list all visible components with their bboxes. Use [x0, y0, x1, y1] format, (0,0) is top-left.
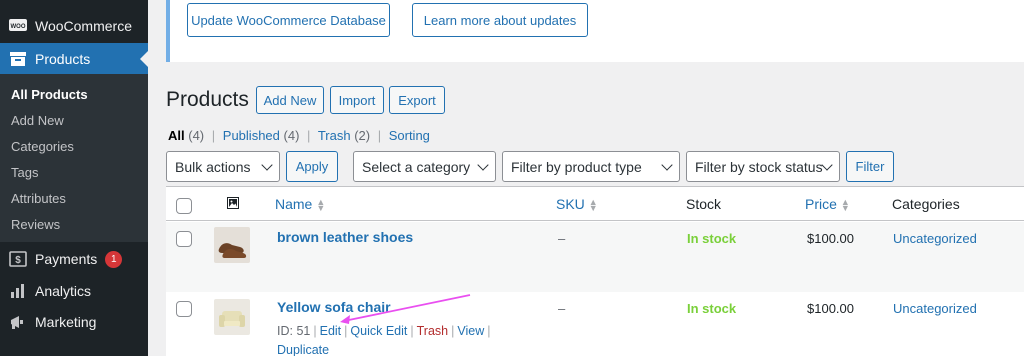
product-thumbnail[interactable] — [214, 299, 250, 335]
view-all[interactable]: All — [168, 128, 185, 143]
menu-label-marketing: Marketing — [35, 314, 97, 330]
archive-box-icon — [9, 50, 27, 68]
table-row: Yellow sofa chair – In stock $100.00 Unc… — [166, 292, 1024, 356]
product-name-link[interactable]: brown leather shoes — [277, 229, 413, 245]
column-name[interactable]: Name ▲ ▼ — [275, 196, 326, 214]
chevron-down-icon — [661, 159, 673, 171]
submenu-tags[interactable]: Tags — [0, 160, 148, 186]
submenu-reviews[interactable]: Reviews — [0, 212, 148, 238]
view-all-count: (4) — [188, 128, 205, 143]
sort-icon: ▲ ▼ — [840, 197, 850, 214]
page-title: Products — [166, 88, 249, 111]
menu-label-products: Products — [35, 50, 91, 67]
row-checkbox[interactable] — [176, 301, 192, 317]
column-stock: Stock — [686, 196, 722, 212]
svg-text:WOO: WOO — [11, 24, 26, 30]
add-new-button[interactable]: Add New — [256, 86, 324, 114]
stock-status: In stock — [687, 231, 737, 246]
bar-chart-icon — [9, 282, 27, 300]
product-id: ID: 51 — [277, 324, 311, 338]
menu-label-payments: Payments — [35, 251, 98, 267]
products-table: Name ▲ ▼ SKU ▲ ▼ Stock Price ▲ ▼ Categories br… — [166, 186, 1024, 356]
annotation-arrow-icon — [340, 294, 471, 324]
product-price: $100.00 — [807, 231, 854, 246]
product-type-select[interactable]: Filter by product type — [502, 151, 680, 182]
dollar-icon: $ — [9, 250, 27, 268]
update-database-button[interactable]: Update WooCommerce Database — [187, 3, 390, 37]
import-button[interactable]: Import — [330, 86, 384, 114]
export-button[interactable]: Export — [389, 86, 445, 114]
payments-badge: 1 — [105, 250, 123, 268]
view-published-count: (4) — [283, 128, 300, 143]
submenu-all-products[interactable]: All Products — [0, 82, 148, 108]
category-link[interactable]: Uncategorized — [893, 231, 977, 246]
filter-button[interactable]: Filter — [846, 151, 894, 182]
bulk-actions-value: Bulk actions — [175, 158, 251, 175]
category-link[interactable]: Uncategorized — [893, 301, 977, 316]
sort-icon: ▲ ▼ — [588, 197, 598, 214]
duplicate-link[interactable]: Duplicate — [277, 343, 329, 356]
view-published[interactable]: Published — [223, 128, 280, 143]
menu-item-woocommerce[interactable]: WOO WooCommerce — [0, 10, 148, 42]
table-row: brown leather shoes – In stock $100.00 U… — [166, 222, 1024, 292]
table-header: Name ▲ ▼ SKU ▲ ▼ Stock Price ▲ ▼ Categories — [166, 187, 1024, 221]
megaphone-icon — [9, 313, 27, 331]
stock-status-select[interactable]: Filter by stock status — [686, 151, 840, 182]
update-notice: Update WooCommerce Database Learn more a… — [166, 0, 1024, 62]
status-views: All (4) | Published (4) | Trash (2) | So… — [168, 128, 430, 143]
column-sku-label[interactable]: SKU — [556, 196, 585, 212]
product-thumbnail[interactable] — [214, 227, 250, 263]
chevron-down-icon — [261, 159, 273, 171]
chevron-down-icon — [477, 159, 489, 171]
column-price[interactable]: Price ▲ ▼ — [805, 196, 850, 214]
column-sku[interactable]: SKU ▲ ▼ — [556, 196, 598, 214]
bulk-actions-select[interactable]: Bulk actions — [166, 151, 280, 182]
sort-icon: ▲ ▼ — [316, 197, 326, 214]
menu-item-marketing[interactable]: Marketing — [0, 306, 148, 338]
stock-status-value: Filter by stock status — [695, 158, 823, 175]
row-checkbox[interactable] — [176, 231, 192, 247]
column-categories: Categories — [892, 196, 960, 212]
product-price: $100.00 — [807, 301, 854, 316]
image-column-icon — [227, 197, 239, 212]
column-name-label[interactable]: Name — [275, 196, 312, 212]
view-trash[interactable]: Trash — [318, 128, 351, 143]
menu-item-products[interactable]: Products — [0, 43, 148, 74]
menu-item-analytics[interactable]: Analytics — [0, 275, 148, 307]
apply-button[interactable]: Apply — [286, 151, 338, 182]
category-value: Select a category — [362, 158, 471, 175]
menu-item-payments[interactable]: $ Payments 1 — [0, 243, 148, 275]
products-submenu: All Products Add New Categories Tags Att… — [0, 74, 148, 242]
select-all-checkbox[interactable] — [176, 198, 192, 214]
view-sorting[interactable]: Sorting — [389, 128, 430, 143]
chevron-down-icon — [821, 159, 833, 171]
view-trash-count: (2) — [354, 128, 371, 143]
svg-text:$: $ — [15, 255, 21, 266]
submenu-categories[interactable]: Categories — [0, 134, 148, 160]
product-sku: – — [558, 301, 566, 316]
submenu-add-new[interactable]: Add New — [0, 108, 148, 134]
stock-status: In stock — [687, 301, 737, 316]
product-type-value: Filter by product type — [511, 158, 642, 175]
column-price-label[interactable]: Price — [805, 196, 837, 212]
menu-label-analytics: Analytics — [35, 283, 92, 299]
category-select[interactable]: Select a category — [353, 151, 496, 182]
submenu-attributes[interactable]: Attributes — [0, 186, 148, 212]
product-sku: – — [558, 231, 566, 246]
menu-label-woocommerce: WooCommerce — [35, 18, 132, 34]
admin-sidebar: WOO WooCommerce Products All Products Ad… — [0, 0, 148, 356]
woocommerce-icon: WOO — [9, 17, 27, 35]
learn-more-button[interactable]: Learn more about updates — [412, 3, 588, 37]
